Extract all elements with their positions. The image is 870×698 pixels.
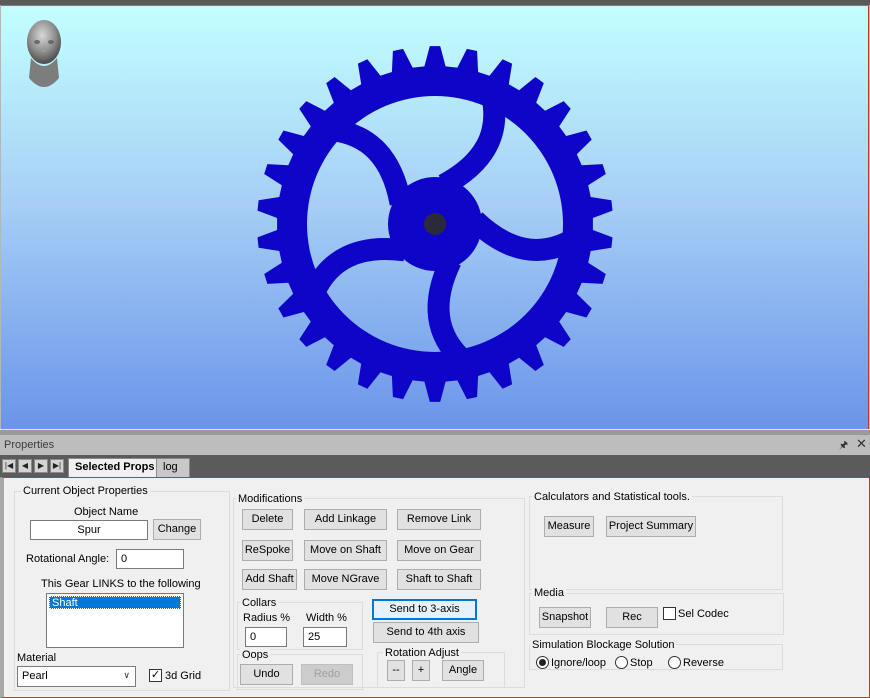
rotational-angle-input[interactable]: 0: [116, 549, 184, 569]
properties-title-bar: Properties: [0, 435, 870, 455]
3d-grid-checkbox[interactable]: ✓: [149, 669, 162, 682]
stop-label: Stop: [630, 657, 653, 669]
properties-title: Properties: [4, 439, 55, 451]
ignore-loop-label: Ignore/loop: [551, 657, 607, 669]
add-linkage-button[interactable]: Add Linkage: [304, 509, 387, 530]
undo-button[interactable]: Undo: [240, 664, 293, 685]
move-ngrave-button[interactable]: Move NGrave: [304, 569, 387, 590]
object-name-input[interactable]: Spur: [30, 520, 148, 540]
gear-spoke: [438, 93, 506, 195]
material-label: Material: [17, 652, 57, 664]
links-listbox[interactable]: Shaft: [46, 593, 184, 648]
rotate-plus-button[interactable]: +: [412, 660, 430, 681]
reverse-label: Reverse: [683, 657, 724, 669]
gear-spoke: [303, 238, 407, 299]
links-label: This Gear LINKS to the following: [41, 578, 201, 590]
remove-link-button[interactable]: Remove Link: [397, 509, 481, 530]
rec-button[interactable]: Rec: [606, 607, 658, 628]
media-title: Media: [532, 587, 566, 599]
material-select[interactable]: Pearl ∨: [17, 666, 136, 687]
width-input[interactable]: 25: [303, 627, 347, 647]
project-summary-button[interactable]: Project Summary: [606, 516, 696, 537]
tab-log[interactable]: log: [156, 458, 190, 477]
ignore-loop-radio[interactable]: [536, 656, 549, 669]
gear-shaft-hole: [424, 213, 446, 235]
calculators-group: [529, 496, 783, 590]
respoke-button[interactable]: ReSpoke: [242, 540, 293, 561]
last-tab-icon[interactable]: ▶|: [50, 459, 64, 473]
stop-radio[interactable]: [615, 656, 628, 669]
measure-button[interactable]: Measure: [544, 516, 594, 537]
tab-selected-props[interactable]: Selected Props: [68, 458, 162, 477]
redo-button[interactable]: Redo: [301, 664, 353, 685]
move-on-shaft-button[interactable]: Move on Shaft: [304, 540, 387, 561]
send-to-4th-axis-button[interactable]: Send to 4th axis: [373, 622, 479, 643]
rotate-minus-button[interactable]: --: [387, 660, 405, 681]
3d-grid-label: 3d Grid: [165, 670, 202, 682]
list-item[interactable]: Shaft: [49, 596, 181, 609]
material-value: Pearl: [22, 670, 48, 682]
rotation-adjust-title: Rotation Adjust: [383, 647, 461, 659]
prev-tab-icon[interactable]: ◀: [18, 459, 32, 473]
current-object-title: Current Object Properties: [21, 485, 150, 497]
gear-spoke: [329, 119, 412, 206]
sel-codec-label: Sel Codec: [678, 608, 729, 620]
calculators-title: Calculators and Statistical tools.: [532, 491, 692, 503]
next-tab-icon[interactable]: ▶: [34, 459, 48, 473]
close-icon[interactable]: ✕: [856, 436, 867, 452]
angle-button[interactable]: Angle: [442, 660, 484, 681]
delete-button[interactable]: Delete: [242, 509, 293, 530]
gear-spoke: [467, 212, 580, 261]
width-label: Width %: [306, 612, 347, 624]
rotational-angle-label: Rotational Angle:: [26, 553, 110, 565]
gear-spoke: [427, 255, 472, 370]
sel-codec-checkbox[interactable]: [663, 607, 676, 620]
spur-gear-model[interactable]: [249, 44, 621, 404]
modifications-title: Modifications: [236, 493, 305, 505]
reverse-radio[interactable]: [668, 656, 681, 669]
head-model-icon[interactable]: [21, 16, 67, 96]
add-shaft-button[interactable]: Add Shaft: [242, 569, 297, 590]
send-to-3axis-button[interactable]: Send to 3-axis: [372, 599, 477, 620]
radius-label: Radius %: [243, 612, 291, 624]
shaft-to-shaft-button[interactable]: Shaft to Shaft: [397, 569, 481, 590]
move-on-gear-button[interactable]: Move on Gear: [397, 540, 481, 561]
snapshot-button[interactable]: Snapshot: [539, 607, 591, 628]
first-tab-icon[interactable]: |◀: [2, 459, 16, 473]
radius-input[interactable]: 0: [245, 627, 287, 647]
3d-viewport[interactable]: [1, 5, 869, 429]
simulation-title: Simulation Blockage Solution: [530, 639, 677, 651]
collars-title: Collars: [240, 597, 279, 609]
object-name-label: Object Name: [74, 506, 139, 518]
pin-icon[interactable]: 🖈: [839, 438, 849, 451]
oops-title: Oops: [240, 649, 271, 661]
change-button[interactable]: Change: [153, 519, 201, 540]
chevron-down-icon: ∨: [123, 670, 130, 680]
